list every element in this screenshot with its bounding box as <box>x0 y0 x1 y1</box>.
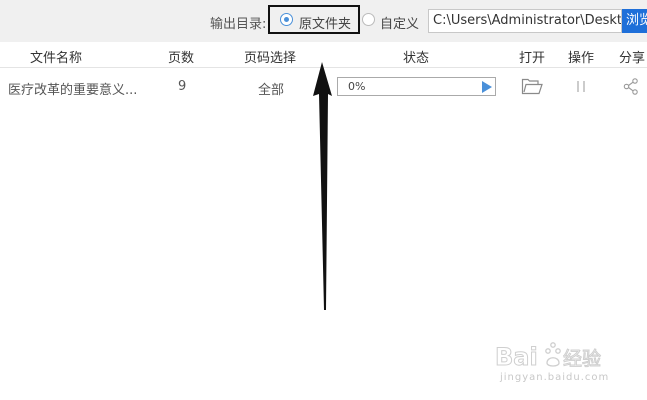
row-filename: 医疗改革的重要意义... <box>8 83 138 98</box>
output-toolbar: 输出目录: 原文件夹 自定义 C:\Users\Administrator\De… <box>0 0 647 42</box>
header-page-selection: 页码选择 <box>244 51 297 66</box>
svg-text:经验: 经验 <box>563 348 601 370</box>
watermark-logo: Bai 经验 <box>495 342 602 372</box>
header-action: 操作 <box>568 51 595 66</box>
row-page-selection[interactable]: 全部 <box>258 79 284 98</box>
pause-icon[interactable] <box>576 80 586 93</box>
radio-original-folder[interactable] <box>280 13 293 26</box>
share-icon[interactable] <box>623 78 639 95</box>
play-icon[interactable] <box>482 81 492 93</box>
radio-custom-label[interactable]: 自定义 <box>380 13 419 32</box>
radio-original-folder-label[interactable]: 原文件夹 <box>299 13 351 32</box>
output-path-input[interactable]: C:\Users\Administrator\Desktop <box>428 9 622 33</box>
header-status: 状态 <box>403 51 430 66</box>
browse-button[interactable]: 浏览 <box>622 9 647 33</box>
folder-icon[interactable] <box>521 78 543 95</box>
header-pages: 页数 <box>168 51 195 66</box>
radio-custom[interactable] <box>362 13 375 26</box>
progress-bar: 0% <box>337 77 496 96</box>
progress-text: 0% <box>348 80 366 93</box>
row-pages: 9 <box>178 79 187 94</box>
output-dir-label: 输出目录: <box>210 17 267 32</box>
watermark-url: jingyan.baidu.com <box>500 372 610 383</box>
header-share: 分享 <box>619 51 646 66</box>
svg-text:Bai: Bai <box>495 343 538 371</box>
header-open: 打开 <box>519 51 546 66</box>
annotation-arrow-icon <box>313 62 332 310</box>
header-filename: 文件名称 <box>30 51 83 66</box>
